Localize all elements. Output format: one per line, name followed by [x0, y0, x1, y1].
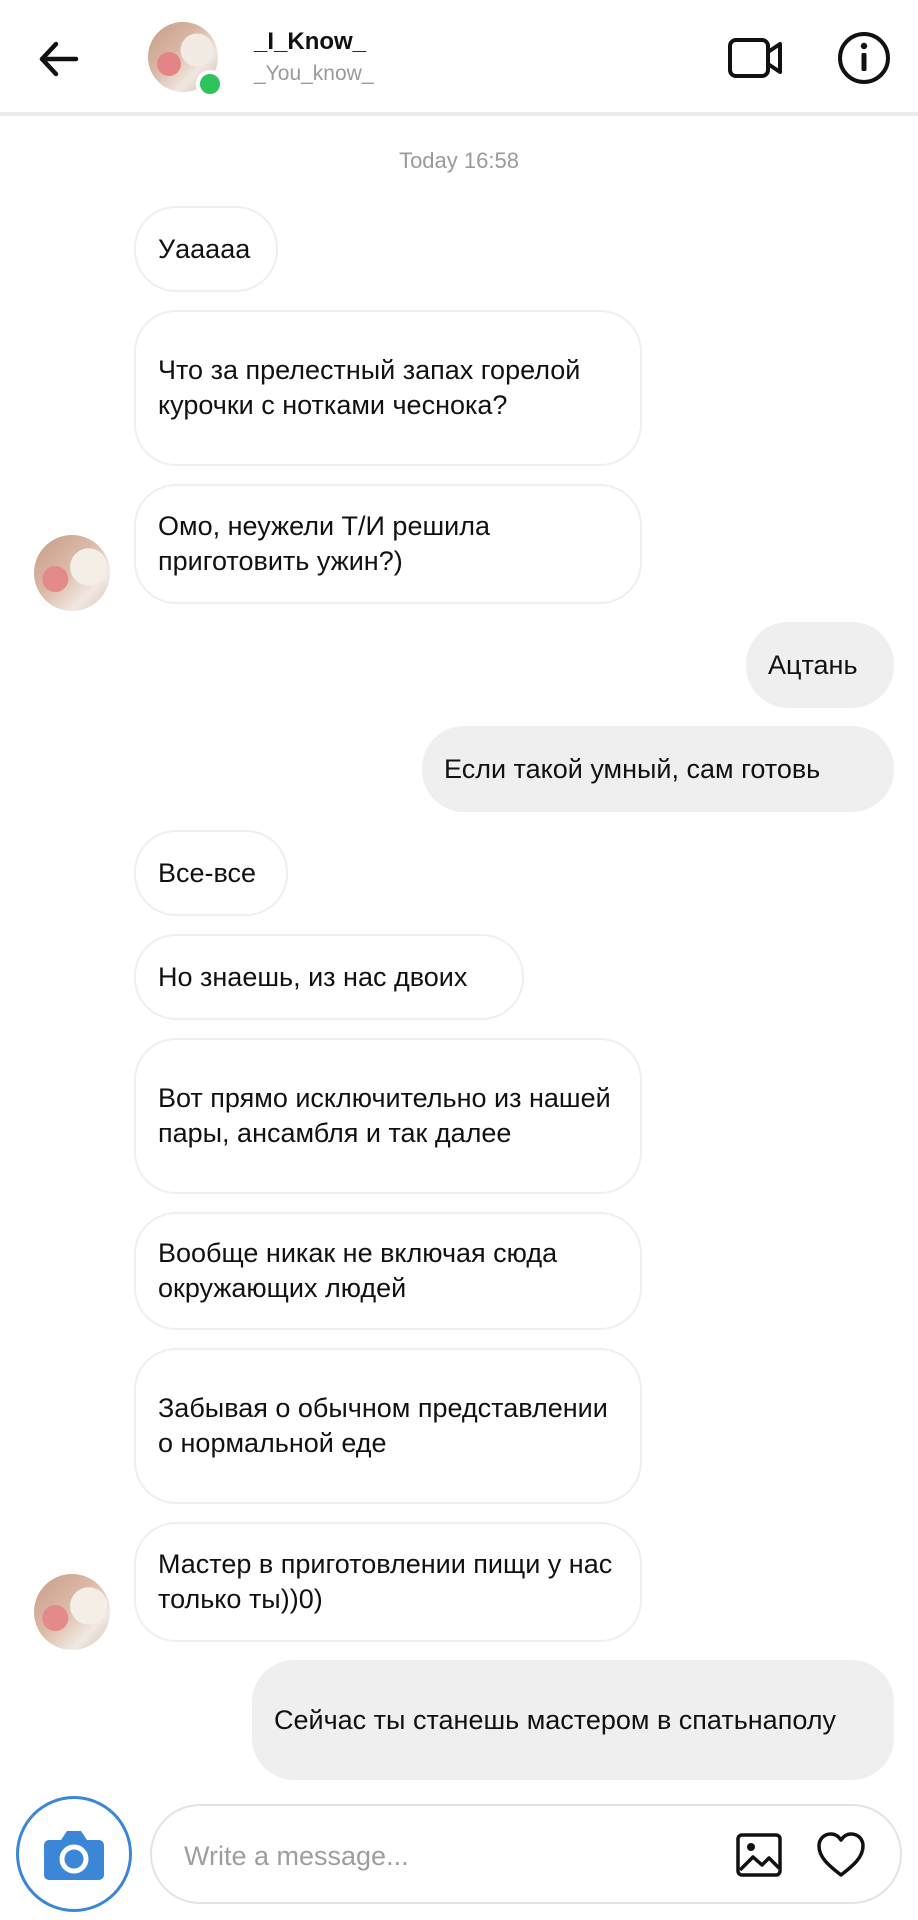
chat-timestamp: Today 16:58: [399, 148, 519, 173]
like-button[interactable]: [814, 1828, 868, 1882]
message-bubble[interactable]: Сейчас ты станешь мастером в спатьнаполу: [252, 1660, 894, 1780]
camera-icon: [44, 1831, 104, 1880]
message-input-box: [150, 1804, 902, 1904]
online-status-dot: [196, 70, 224, 98]
gallery-button[interactable]: [734, 1830, 784, 1880]
back-arrow-icon: [39, 41, 79, 77]
video-call-button[interactable]: [726, 28, 786, 88]
message-bubble[interactable]: Вот прямо исключительно из нашей пары, а…: [134, 1038, 642, 1194]
heart-icon: [817, 1832, 865, 1877]
message-bubble[interactable]: Но знаешь, из нас двоих: [134, 934, 524, 1020]
message-composer: [0, 1790, 918, 1920]
sender-avatar[interactable]: [34, 535, 110, 611]
camera-button[interactable]: [16, 1796, 132, 1912]
message-bubble[interactable]: Забывая о обычном представлении о нормал…: [134, 1348, 642, 1504]
info-button[interactable]: [834, 28, 894, 88]
message-bubble[interactable]: Все-все: [134, 830, 288, 916]
message-bubble[interactable]: Что за прелестный запах горелой курочки …: [134, 310, 642, 466]
video-call-icon: [728, 38, 782, 78]
sender-avatar[interactable]: [34, 1574, 110, 1650]
back-button[interactable]: [34, 34, 84, 84]
message-bubble[interactable]: Уааааа: [134, 206, 278, 292]
message-input[interactable]: [182, 1834, 706, 1878]
message-bubble[interactable]: Если такой умный, сам готовь: [422, 726, 894, 812]
message-bubble[interactable]: Мастер в приготовлении пищи у нас только…: [134, 1522, 642, 1642]
chat-header: _I_Know_ _You_know_: [0, 0, 918, 116]
gallery-icon: [736, 1833, 782, 1877]
message-bubble[interactable]: Омо, неужели Т/И решила приготовить ужин…: [134, 484, 642, 604]
message-bubble[interactable]: Вообще никак не включая сюда окружающих …: [134, 1212, 642, 1330]
contact-display-name[interactable]: _I_Know_: [254, 28, 366, 56]
camera-button-inner: [29, 1809, 119, 1899]
message-bubble[interactable]: Ацтань: [746, 622, 894, 708]
contact-username[interactable]: _You_know_: [254, 62, 374, 86]
contact-avatar[interactable]: [148, 22, 224, 98]
info-icon: [838, 32, 890, 84]
